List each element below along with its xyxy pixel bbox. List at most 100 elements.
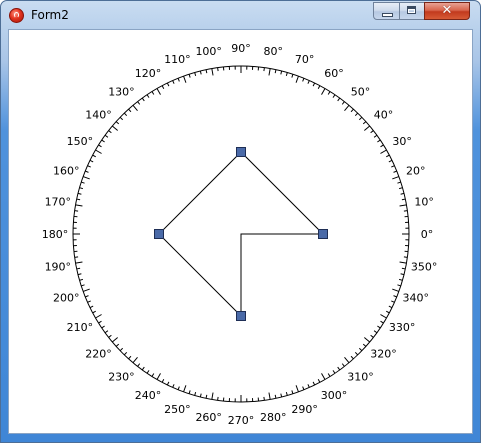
dial-tick (101, 139, 105, 143)
dial-tick (317, 85, 321, 89)
dial-tick (194, 391, 197, 396)
dial-tick (312, 381, 316, 386)
dial-tick (128, 108, 132, 113)
dial-tick (166, 381, 170, 386)
dial-tick (151, 91, 155, 95)
dial-tick (285, 72, 288, 77)
dial-tick (85, 295, 89, 298)
dial-tick (111, 337, 118, 343)
dial-tick (364, 337, 371, 343)
degree-label: 40° (374, 108, 394, 121)
dial-tick (188, 74, 191, 78)
dial-tick (302, 78, 305, 82)
dial-tick (337, 97, 341, 102)
maximize-button[interactable] (399, 2, 425, 20)
degree-label: 340° (403, 292, 430, 305)
dial-tick (89, 159, 94, 163)
degree-label: 150° (67, 135, 94, 148)
dial-tick (115, 343, 120, 347)
dial-tick (172, 80, 175, 84)
close-icon: ✕ (441, 3, 453, 18)
dial-tick (391, 300, 395, 303)
dial-tick (302, 386, 305, 390)
degree-label: 60° (324, 67, 344, 80)
degree-label: 270° (228, 414, 255, 427)
dial-tick (268, 392, 271, 400)
title-bar[interactable]: Form2 ✕ (1, 1, 480, 29)
dial-tick (321, 373, 326, 380)
degree-label: 210° (67, 321, 94, 334)
vertex-handle-270[interactable] (236, 311, 246, 321)
minimize-icon (382, 13, 393, 17)
form2-window: Form2 ✕ 0° 10° 20° 30° 40° 50° 60° 70° 80° 90° 100… (0, 0, 481, 443)
degree-label: 120° (135, 67, 162, 80)
dial-tick (183, 385, 187, 393)
dial-tick (132, 104, 138, 111)
dial-tick (82, 176, 90, 180)
dial-tick (75, 261, 83, 264)
degree-label: 180° (42, 228, 69, 241)
dial-tick (199, 70, 202, 75)
dial-tick (344, 104, 350, 111)
dial-tick (104, 330, 109, 334)
vertex-handle-90[interactable] (236, 147, 246, 157)
polygon-shape (158, 151, 324, 317)
degree-label: 130° (108, 86, 135, 99)
dial-tick (92, 310, 96, 314)
dial-tick (370, 334, 374, 338)
dial-tick (358, 116, 363, 121)
degree-label: 20° (406, 164, 426, 177)
degree-label: 70° (295, 53, 315, 66)
degree-label: 10° (414, 196, 434, 209)
dial-tick (146, 94, 150, 98)
dial-tick (392, 288, 400, 292)
degree-label: 200° (53, 292, 80, 305)
vertex-handle-180[interactable] (154, 229, 164, 239)
dial-tick (285, 391, 288, 396)
dial-tick (401, 267, 406, 270)
dial-tick (400, 192, 405, 195)
degree-label: 290° (291, 403, 318, 416)
dial-tick (341, 363, 345, 367)
dial-tick (398, 278, 403, 281)
dial-tick (280, 393, 283, 398)
degree-label: 0° (421, 228, 434, 241)
dial-tick (77, 192, 82, 195)
vertex-handle-0[interactable] (318, 229, 328, 239)
dial-tick (111, 125, 118, 131)
degree-label: 240° (135, 389, 162, 402)
dial-tick (295, 75, 299, 83)
dial-tick (386, 310, 390, 314)
dial-tick (132, 357, 138, 364)
dial-tick (95, 149, 102, 154)
dial-tick (79, 187, 84, 190)
dial-tick (194, 72, 197, 77)
dial-tick (332, 370, 336, 374)
dial-tick (141, 97, 145, 102)
dial-tick (354, 112, 359, 117)
angle-dial[interactable]: 0° 10° 20° 30° 40°50° 60° 70° 80° 90° 100° 110°120… (9, 30, 472, 433)
close-button[interactable]: ✕ (424, 2, 470, 20)
dial-tick (295, 385, 299, 393)
dial-tick (172, 384, 175, 388)
dial-tick (141, 366, 145, 371)
dial-tick (123, 351, 128, 356)
dial-tick (79, 278, 84, 281)
app-icon[interactable] (9, 8, 24, 23)
degree-label: 280° (260, 411, 287, 424)
dial-tick (392, 176, 400, 180)
dial-tick (358, 347, 363, 352)
dial-tick (101, 325, 105, 329)
dial-tick (327, 91, 331, 95)
dial-tick (327, 373, 331, 377)
dial-tick (183, 75, 187, 83)
degree-label: 110° (164, 53, 191, 66)
dial-tick (89, 305, 94, 309)
minimize-button[interactable] (373, 2, 400, 20)
degree-label: 260° (195, 411, 222, 424)
degree-label: 220° (85, 348, 112, 361)
dial-tick (380, 149, 387, 154)
degree-label: 170° (45, 196, 72, 209)
dial-tick (137, 101, 141, 105)
dial-tick (307, 384, 310, 388)
